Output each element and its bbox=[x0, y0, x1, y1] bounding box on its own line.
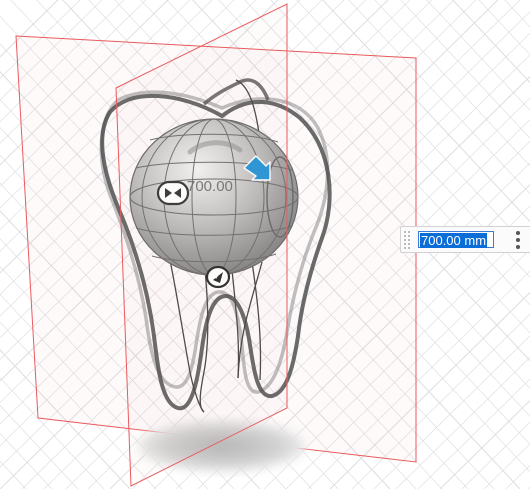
dimension-input-widget: 700.00 mm bbox=[400, 226, 530, 253]
section-plane-yz[interactable] bbox=[115, 3, 288, 487]
grip-icon[interactable] bbox=[403, 230, 411, 249]
dimension-input[interactable]: 700.00 mm bbox=[418, 231, 494, 248]
vertical-ellipsis-icon[interactable] bbox=[512, 230, 524, 249]
dimension-value[interactable]: 700.00 mm bbox=[420, 233, 488, 248]
